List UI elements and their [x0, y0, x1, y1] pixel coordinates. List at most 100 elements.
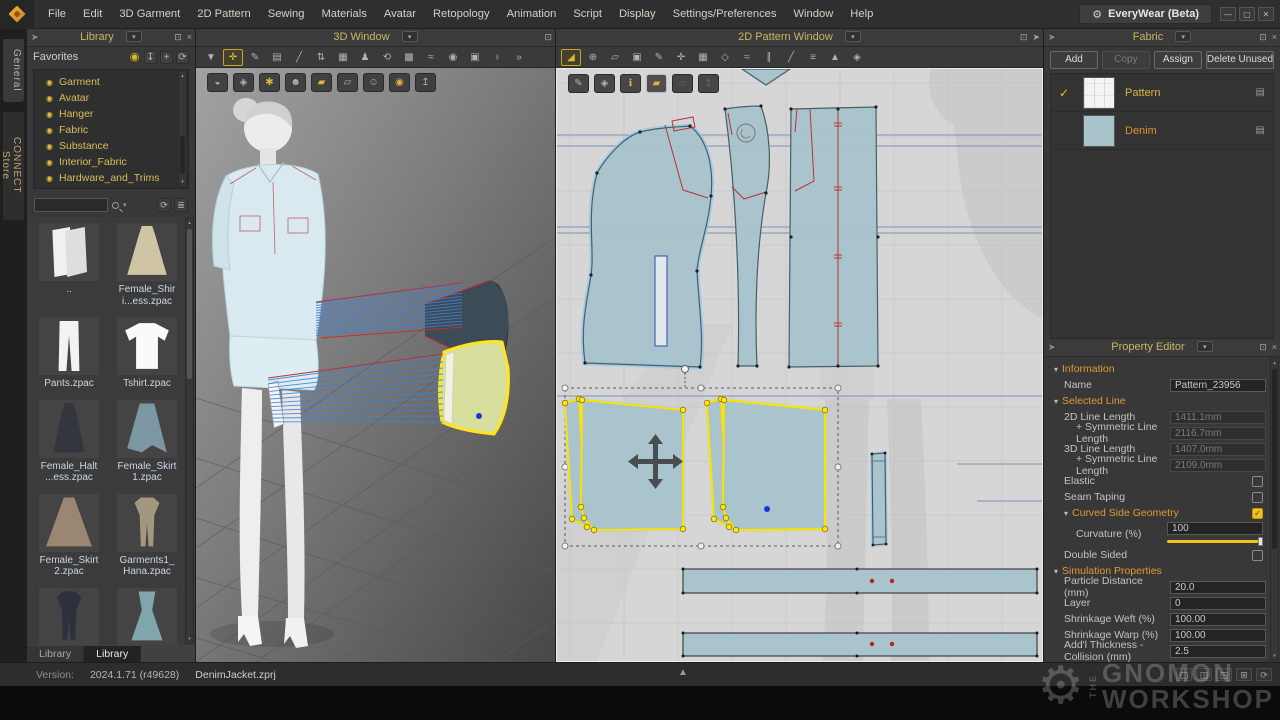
show-fabric-2d-toggle[interactable]: ▰: [646, 74, 667, 93]
expand-timeline-button[interactable]: ▲: [678, 667, 688, 678]
show-fabric-toggle[interactable]: ▰: [311, 73, 332, 92]
library-import-icon[interactable]: ↧: [144, 51, 157, 64]
strip-piece[interactable]: [871, 452, 888, 547]
select-pen-tool[interactable]: ✎: [245, 49, 265, 66]
pin-icon[interactable]: ➤: [1048, 339, 1056, 356]
cuff-piece-left[interactable]: [562, 396, 686, 533]
library-item-garments1-hana-zpac[interactable]: Garments1_ Hana.zpac: [115, 494, 179, 578]
favorite-avatar[interactable]: ◉Avatar: [46, 90, 176, 106]
favorites-filter-icon[interactable]: ◉: [128, 51, 141, 64]
library-panel-dropdown[interactable]: ▾: [126, 31, 142, 42]
show-pattern-names-toggle[interactable]: ◈: [594, 74, 615, 93]
property-editor-dropdown[interactable]: ▾: [1197, 341, 1213, 352]
everywear-button[interactable]: ⚙EveryWear (Beta): [1079, 4, 1212, 24]
close-icon[interactable]: ×: [1272, 339, 1277, 356]
3d-viewport[interactable]: ◒◈✱☻▰▱☺◉↥: [196, 68, 555, 662]
library-item-tshirt-zpac[interactable]: Tshirt.zpac: [115, 317, 179, 390]
transform-pattern-tool[interactable]: ◢: [561, 49, 581, 66]
float-icon[interactable]: ⊡: [1259, 29, 1267, 46]
particle-distance-field[interactable]: [1170, 581, 1266, 594]
fabric-panel-dropdown[interactable]: ▾: [1175, 31, 1191, 42]
pleat-tool[interactable]: ≡: [803, 49, 823, 66]
delete-unused-button[interactable]: Delete Unused: [1206, 51, 1274, 69]
reset-arrangement-tool[interactable]: ⟲: [377, 49, 397, 66]
add-fabric-button[interactable]: Add: [1050, 51, 1098, 69]
layout-two-pane-icon[interactable]: ◫: [1196, 668, 1212, 681]
close-button[interactable]: ✕: [1258, 7, 1274, 21]
show-sewing-toggle[interactable]: ✱: [259, 73, 280, 92]
show-pressure-toggle[interactable]: ▱: [337, 73, 358, 92]
save-icon[interactable]: ▤: [1256, 87, 1265, 98]
show-info-toggle[interactable]: ℹ: [620, 74, 641, 93]
search-refresh-icon[interactable]: ⟳: [157, 198, 171, 212]
favorite-hanger[interactable]: ◉Hanger: [46, 106, 176, 122]
tab-library-2[interactable]: Library: [84, 646, 141, 662]
assign-fabric-button[interactable]: Assign: [1154, 51, 1202, 69]
library-item-female-halt-ess-zpac[interactable]: Female_Halt ...ess.zpac: [37, 400, 101, 484]
scroll-up-icon[interactable]: ▴: [186, 220, 193, 226]
elastic-checkbox[interactable]: [1252, 476, 1263, 487]
flatten-tool[interactable]: ▲: [825, 49, 845, 66]
search-options-caret-icon[interactable]: ▾: [123, 201, 127, 209]
show-measure-2d-toggle[interactable]: ↥: [698, 74, 719, 93]
arrangement-tool[interactable]: ⇅: [311, 49, 331, 66]
mesh-grid-tool[interactable]: ▩: [399, 49, 419, 66]
close-icon[interactable]: ×: [1272, 29, 1277, 46]
minimize-button[interactable]: —: [1220, 7, 1236, 21]
show-pins-toggle[interactable]: ◉: [389, 73, 410, 92]
show-grading-toggle[interactable]: ▱: [672, 74, 693, 93]
layout-single-icon[interactable]: ▢: [1176, 668, 1192, 681]
show-garment-toggle[interactable]: ◈: [233, 73, 254, 92]
library-refresh-icon[interactable]: ⟳: [176, 51, 189, 64]
menu-2d-pattern[interactable]: 2D Pattern: [195, 7, 252, 21]
layer-field[interactable]: [1170, 597, 1266, 610]
show-fitmap-toggle[interactable]: ☺: [363, 73, 384, 92]
2d-viewport[interactable]: ✎ ◈ ℹ ▰ ▱ ↥: [556, 68, 1043, 662]
scroll-up-icon[interactable]: ▴: [179, 73, 186, 79]
menu-help[interactable]: Help: [848, 7, 875, 21]
3d-window-dropdown[interactable]: ▾: [402, 31, 418, 42]
property-editor-scrollbar[interactable]: ▴ ▾: [1270, 358, 1279, 661]
favorite-substance[interactable]: ◉Substance: [46, 138, 176, 154]
internal-slot-line[interactable]: [655, 256, 667, 346]
slider-thumb[interactable]: [1258, 537, 1263, 546]
maximize-button[interactable]: ▢: [1239, 7, 1255, 21]
pen-tool[interactable]: ✎: [649, 49, 669, 66]
seam-taping-checkbox[interactable]: [1252, 492, 1263, 503]
library-item-female-skirt-1-zpac[interactable]: Female_Skirt 1.zpac: [115, 400, 179, 484]
menu-materials[interactable]: Materials: [319, 7, 368, 21]
notch-tool[interactable]: ≈: [737, 49, 757, 66]
app-logo-box[interactable]: [0, 0, 34, 29]
show-avatar-toggle[interactable]: ◒: [207, 73, 228, 92]
name-field[interactable]: [1170, 379, 1266, 392]
seam-allowance-tool[interactable]: ∥: [759, 49, 779, 66]
menu-file[interactable]: File: [46, 7, 68, 21]
favorite-interior-fabric[interactable]: ◉Interior_Fabric: [46, 154, 176, 170]
show-head-toggle[interactable]: ☻: [285, 73, 306, 92]
waistband-piece-2[interactable]: [682, 632, 1039, 658]
float-icon[interactable]: ⊡: [174, 29, 182, 46]
list-view-icon[interactable]: ≣: [174, 198, 188, 212]
scroll-thumb[interactable]: [180, 136, 185, 174]
show-sewing-2d-toggle[interactable]: ✎: [568, 74, 589, 93]
menu-script[interactable]: Script: [571, 7, 604, 21]
pin-tool[interactable]: ╱: [289, 49, 309, 66]
menu-display[interactable]: Display: [617, 7, 658, 21]
close-icon[interactable]: ×: [187, 29, 192, 46]
menu-retopology[interactable]: Retopology: [431, 7, 492, 21]
shrinkage-warp-field[interactable]: [1170, 629, 1266, 642]
curved-side-geometry-checkbox[interactable]: ✓: [1252, 508, 1263, 519]
library-scrollbar[interactable]: ▴ ▾: [185, 218, 194, 644]
measure-tool[interactable]: ▣: [465, 49, 485, 66]
layout-reset-icon[interactable]: ⟳: [1256, 668, 1272, 681]
mannequin-tool[interactable]: ♀: [487, 49, 507, 66]
grainline-tool[interactable]: ◈: [847, 49, 867, 66]
add-point-tool[interactable]: ✛: [671, 49, 691, 66]
library-item-female-shir-i-ess-zpac[interactable]: Female_Shir i...ess.zpac: [115, 223, 179, 307]
scroll-down-icon[interactable]: ▾: [1271, 653, 1278, 659]
cuff-piece-right[interactable]: [704, 396, 828, 533]
scroll-up-icon[interactable]: ▴: [1271, 360, 1278, 366]
copy-fabric-button[interactable]: Copy: [1102, 51, 1150, 69]
edit-curvature-tool[interactable]: ▱: [605, 49, 625, 66]
menu-sewing[interactable]: Sewing: [266, 7, 307, 21]
